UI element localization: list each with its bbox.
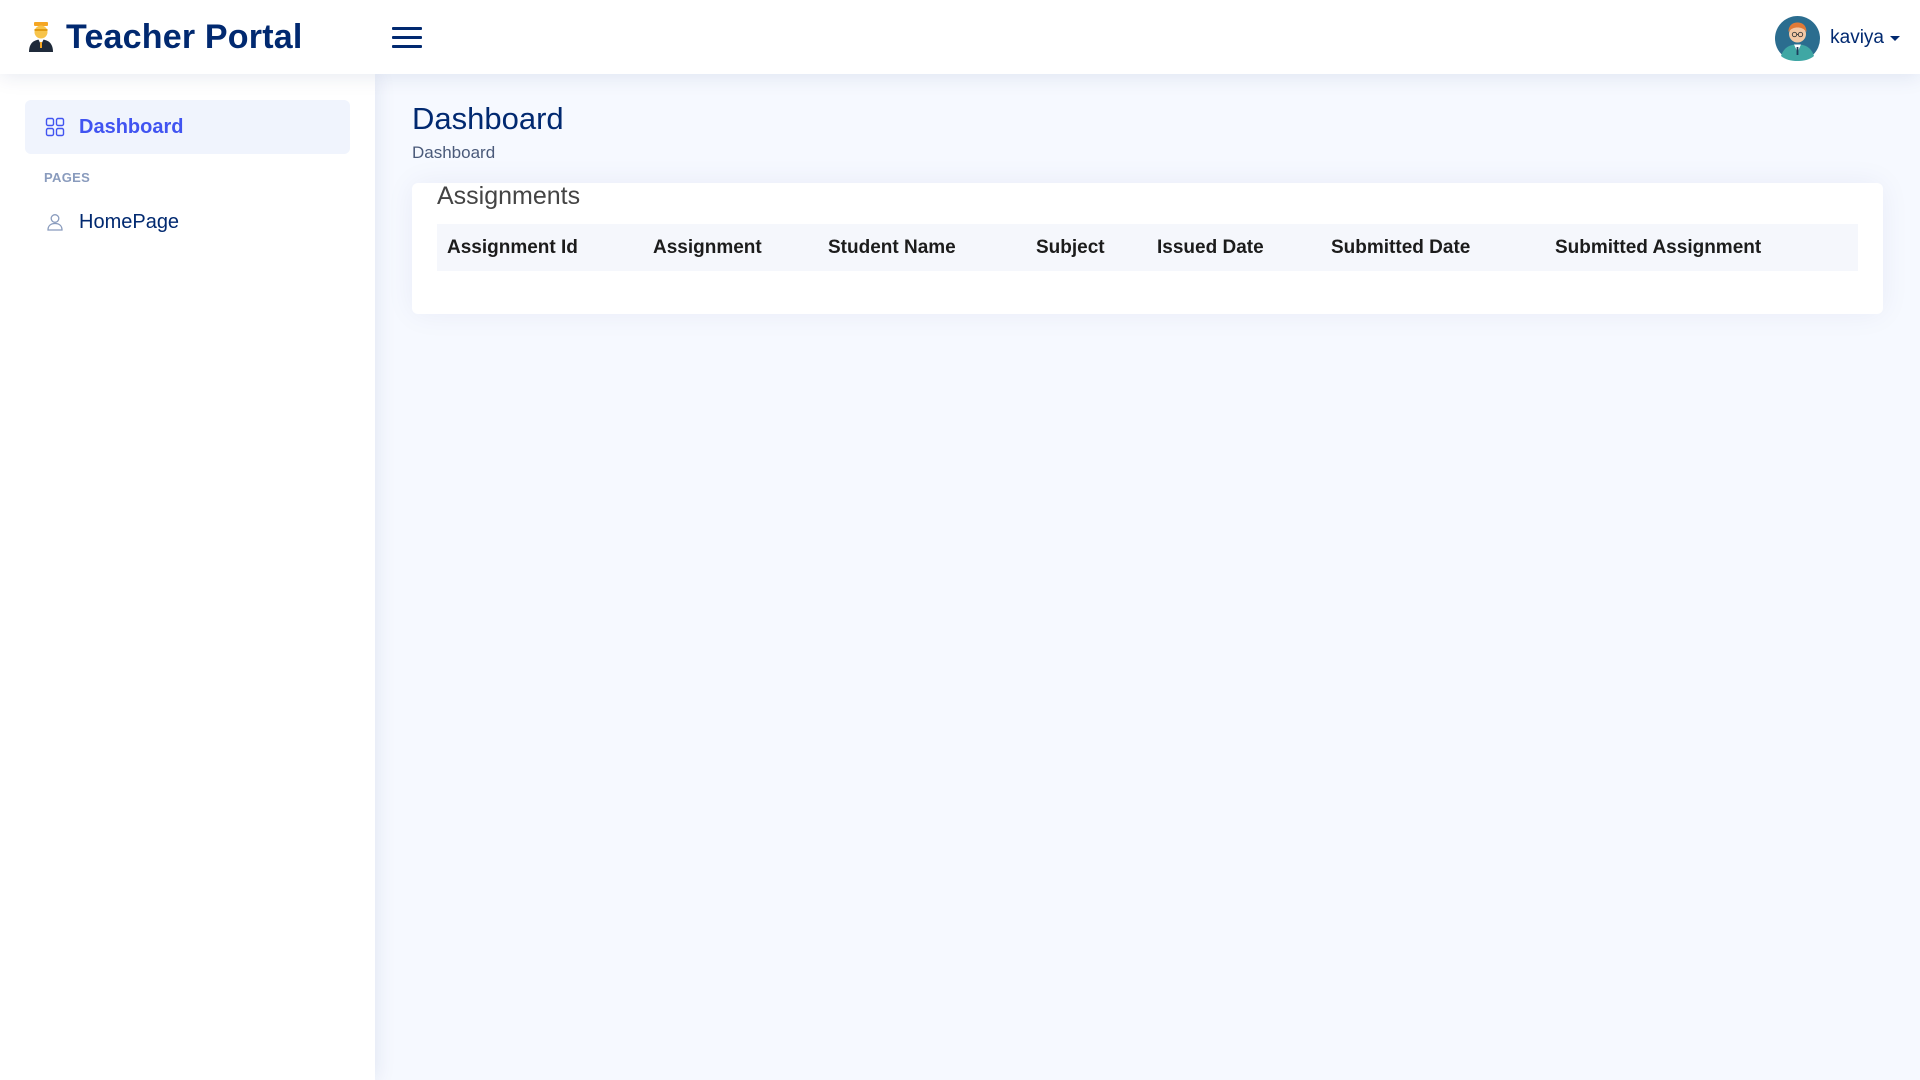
page-title: Dashboard	[412, 101, 564, 136]
column-header: Submitted Assignment	[1555, 236, 1762, 258]
column-header: Assignment	[653, 236, 762, 258]
column-header: Submitted Date	[1331, 236, 1471, 258]
avatar-icon	[1775, 15, 1821, 61]
assignments-table: Assignment Id Assignment Student Name Su…	[437, 224, 1858, 272]
column-header: Student Name	[828, 236, 956, 258]
brand-logo[interactable]: Teacher Portal	[26, 18, 302, 56]
top-header: Teacher Portal kaviya	[0, 0, 1920, 74]
sidebar: Dashboard PAGES HomePage	[0, 74, 375, 1080]
hamburger-icon[interactable]	[392, 24, 422, 50]
caret-down-icon	[1890, 35, 1900, 41]
sidebar-item-dashboard[interactable]: Dashboard	[25, 100, 350, 154]
assignments-card: Assignments Assignment Id Assignment Stu…	[412, 182, 1883, 315]
column-header: Assignment Id	[447, 236, 578, 258]
column-header: Issued Date	[1157, 236, 1264, 258]
sidebar-item-label: HomePage	[79, 210, 180, 233]
user-name: kaviya	[1830, 27, 1884, 48]
card-title: Assignments	[437, 182, 581, 211]
table-header-row: Assignment Id Assignment Student Name Su…	[437, 224, 1858, 272]
main-content: Dashboard Dashboard Assignments Assignme…	[375, 74, 1920, 1080]
sidebar-item-homepage[interactable]: HomePage	[25, 195, 350, 249]
grid-icon	[45, 117, 65, 137]
person-icon	[47, 214, 63, 231]
breadcrumb-item[interactable]: Dashboard	[412, 143, 495, 162]
sidebar-item-label: Dashboard	[79, 115, 184, 138]
column-header: Subject	[1036, 236, 1105, 258]
app-title: Teacher Portal	[66, 17, 303, 56]
teacher-icon	[29, 22, 53, 52]
breadcrumb: Dashboard	[412, 143, 1883, 163]
sidebar-section-heading: PAGES	[44, 170, 91, 185]
user-profile-dropdown[interactable]: kaviya	[1775, 15, 1900, 61]
